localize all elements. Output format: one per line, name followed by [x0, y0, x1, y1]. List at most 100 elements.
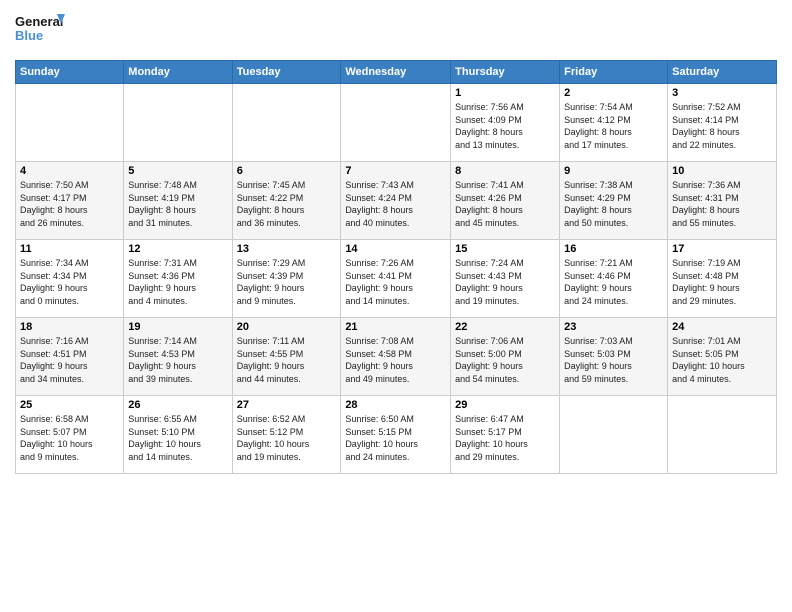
- day-number: 9: [564, 165, 663, 177]
- day-number: 11: [20, 243, 119, 255]
- day-cell: 26 Sunrise: 6:55 AM Sunset: 5:10 PM Dayli…: [124, 396, 232, 474]
- day-number: 10: [672, 165, 772, 177]
- day-cell: [560, 396, 668, 474]
- day-info: Sunrise: 7:41 AM Sunset: 4:26 PM Dayligh…: [455, 179, 555, 229]
- header-cell-monday: Monday: [124, 61, 232, 84]
- day-number: 28: [345, 399, 446, 411]
- day-cell: 13 Sunrise: 7:29 AM Sunset: 4:39 PM Dayli…: [232, 240, 341, 318]
- day-cell: 17 Sunrise: 7:19 AM Sunset: 4:48 PM Dayli…: [668, 240, 777, 318]
- day-info: Sunrise: 7:08 AM Sunset: 4:58 PM Dayligh…: [345, 335, 446, 385]
- day-cell: 4Sunrise: 7:50 AM Sunset: 4:17 PM Daylig…: [16, 162, 124, 240]
- day-info: Sunrise: 7:11 AM Sunset: 4:55 PM Dayligh…: [237, 335, 337, 385]
- day-cell: 1 Sunrise: 7:56 AM Sunset: 4:09 PM Daylig…: [451, 84, 560, 162]
- day-number: 7: [345, 165, 446, 177]
- day-cell: [232, 84, 341, 162]
- day-cell: 14 Sunrise: 7:26 AM Sunset: 4:41 PM Dayli…: [341, 240, 451, 318]
- day-cell: [341, 84, 451, 162]
- day-number: 1: [455, 87, 555, 99]
- day-number: 13: [237, 243, 337, 255]
- day-number: 15: [455, 243, 555, 255]
- header-cell-sunday: Sunday: [16, 61, 124, 84]
- day-info: Sunrise: 6:58 AM Sunset: 5:07 PM Dayligh…: [20, 413, 119, 463]
- day-cell: 9 Sunrise: 7:38 AM Sunset: 4:29 PM Daylig…: [560, 162, 668, 240]
- day-cell: 29Sunrise: 6:47 AM Sunset: 5:17 PM Dayli…: [451, 396, 560, 474]
- day-cell: [16, 84, 124, 162]
- day-number: 12: [128, 243, 227, 255]
- header-cell-tuesday: Tuesday: [232, 61, 341, 84]
- day-cell: 12Sunrise: 7:31 AM Sunset: 4:36 PM Dayli…: [124, 240, 232, 318]
- day-number: 24: [672, 321, 772, 333]
- day-cell: 11Sunrise: 7:34 AM Sunset: 4:34 PM Dayli…: [16, 240, 124, 318]
- day-cell: 6 Sunrise: 7:45 AM Sunset: 4:22 PM Daylig…: [232, 162, 341, 240]
- day-info: Sunrise: 7:26 AM Sunset: 4:41 PM Dayligh…: [345, 257, 446, 307]
- day-info: Sunrise: 7:45 AM Sunset: 4:22 PM Dayligh…: [237, 179, 337, 229]
- day-info: Sunrise: 6:47 AM Sunset: 5:17 PM Dayligh…: [455, 413, 555, 463]
- day-info: Sunrise: 7:29 AM Sunset: 4:39 PM Dayligh…: [237, 257, 337, 307]
- day-cell: 19 Sunrise: 7:14 AM Sunset: 4:53 PM Dayli…: [124, 318, 232, 396]
- day-number: 6: [237, 165, 337, 177]
- day-cell: 5Sunrise: 7:48 AM Sunset: 4:19 PM Daylig…: [124, 162, 232, 240]
- day-cell: 21 Sunrise: 7:08 AM Sunset: 4:58 PM Dayli…: [341, 318, 451, 396]
- day-cell: [668, 396, 777, 474]
- day-cell: 23 Sunrise: 7:03 AM Sunset: 5:03 PM Dayli…: [560, 318, 668, 396]
- day-number: 2: [564, 87, 663, 99]
- day-number: 4: [20, 165, 119, 177]
- day-info: Sunrise: 7:54 AM Sunset: 4:12 PM Dayligh…: [564, 101, 663, 151]
- day-number: 17: [672, 243, 772, 255]
- day-cell: 2 Sunrise: 7:54 AM Sunset: 4:12 PM Daylig…: [560, 84, 668, 162]
- header-cell-saturday: Saturday: [668, 61, 777, 84]
- day-cell: 15 Sunrise: 7:24 AM Sunset: 4:43 PM Dayli…: [451, 240, 560, 318]
- day-number: 8: [455, 165, 555, 177]
- day-number: 21: [345, 321, 446, 333]
- day-cell: 7 Sunrise: 7:43 AM Sunset: 4:24 PM Daylig…: [341, 162, 451, 240]
- day-cell: 16 Sunrise: 7:21 AM Sunset: 4:46 PM Dayli…: [560, 240, 668, 318]
- day-info: Sunrise: 6:55 AM Sunset: 5:10 PM Dayligh…: [128, 413, 227, 463]
- day-number: 22: [455, 321, 555, 333]
- day-cell: 3 Sunrise: 7:52 AM Sunset: 4:14 PM Daylig…: [668, 84, 777, 162]
- day-info: Sunrise: 7:43 AM Sunset: 4:24 PM Dayligh…: [345, 179, 446, 229]
- day-info: Sunrise: 7:19 AM Sunset: 4:48 PM Dayligh…: [672, 257, 772, 307]
- day-cell: 25 Sunrise: 6:58 AM Sunset: 5:07 PM Dayli…: [16, 396, 124, 474]
- day-info: Sunrise: 7:14 AM Sunset: 4:53 PM Dayligh…: [128, 335, 227, 385]
- header-row: SundayMondayTuesdayWednesdayThursdayFrid…: [16, 61, 777, 84]
- day-number: 25: [20, 399, 119, 411]
- day-cell: 27 Sunrise: 6:52 AM Sunset: 5:12 PM Dayli…: [232, 396, 341, 474]
- week-row-3: 11Sunrise: 7:34 AM Sunset: 4:34 PM Dayli…: [16, 240, 777, 318]
- header-cell-thursday: Thursday: [451, 61, 560, 84]
- day-number: 19: [128, 321, 227, 333]
- day-cell: 8 Sunrise: 7:41 AM Sunset: 4:26 PM Daylig…: [451, 162, 560, 240]
- week-row-2: 4Sunrise: 7:50 AM Sunset: 4:17 PM Daylig…: [16, 162, 777, 240]
- day-cell: 24 Sunrise: 7:01 AM Sunset: 5:05 PM Dayli…: [668, 318, 777, 396]
- week-row-4: 18 Sunrise: 7:16 AM Sunset: 4:51 PM Dayli…: [16, 318, 777, 396]
- day-info: Sunrise: 7:56 AM Sunset: 4:09 PM Dayligh…: [455, 101, 555, 151]
- day-info: Sunrise: 6:50 AM Sunset: 5:15 PM Dayligh…: [345, 413, 446, 463]
- day-number: 23: [564, 321, 663, 333]
- day-cell: 18 Sunrise: 7:16 AM Sunset: 4:51 PM Dayli…: [16, 318, 124, 396]
- day-info: Sunrise: 7:21 AM Sunset: 4:46 PM Dayligh…: [564, 257, 663, 307]
- logo: General Blue: [15, 10, 65, 52]
- day-number: 18: [20, 321, 119, 333]
- day-info: Sunrise: 7:01 AM Sunset: 5:05 PM Dayligh…: [672, 335, 772, 385]
- day-info: Sunrise: 7:03 AM Sunset: 5:03 PM Dayligh…: [564, 335, 663, 385]
- day-info: Sunrise: 6:52 AM Sunset: 5:12 PM Dayligh…: [237, 413, 337, 463]
- day-number: 14: [345, 243, 446, 255]
- day-number: 27: [237, 399, 337, 411]
- day-info: Sunrise: 7:06 AM Sunset: 5:00 PM Dayligh…: [455, 335, 555, 385]
- logo-svg: General Blue: [15, 10, 65, 52]
- day-info: Sunrise: 7:48 AM Sunset: 4:19 PM Dayligh…: [128, 179, 227, 229]
- day-cell: 28 Sunrise: 6:50 AM Sunset: 5:15 PM Dayli…: [341, 396, 451, 474]
- day-info: Sunrise: 7:52 AM Sunset: 4:14 PM Dayligh…: [672, 101, 772, 151]
- day-info: Sunrise: 7:16 AM Sunset: 4:51 PM Dayligh…: [20, 335, 119, 385]
- header-cell-wednesday: Wednesday: [341, 61, 451, 84]
- page: General Blue SundayMondayTuesdayWednesda…: [0, 0, 792, 612]
- day-info: Sunrise: 7:36 AM Sunset: 4:31 PM Dayligh…: [672, 179, 772, 229]
- day-number: 16: [564, 243, 663, 255]
- day-info: Sunrise: 7:38 AM Sunset: 4:29 PM Dayligh…: [564, 179, 663, 229]
- week-row-1: 1 Sunrise: 7:56 AM Sunset: 4:09 PM Daylig…: [16, 84, 777, 162]
- day-info: Sunrise: 7:24 AM Sunset: 4:43 PM Dayligh…: [455, 257, 555, 307]
- day-number: 3: [672, 87, 772, 99]
- day-cell: 22 Sunrise: 7:06 AM Sunset: 5:00 PM Dayli…: [451, 318, 560, 396]
- day-cell: [124, 84, 232, 162]
- header-cell-friday: Friday: [560, 61, 668, 84]
- day-number: 26: [128, 399, 227, 411]
